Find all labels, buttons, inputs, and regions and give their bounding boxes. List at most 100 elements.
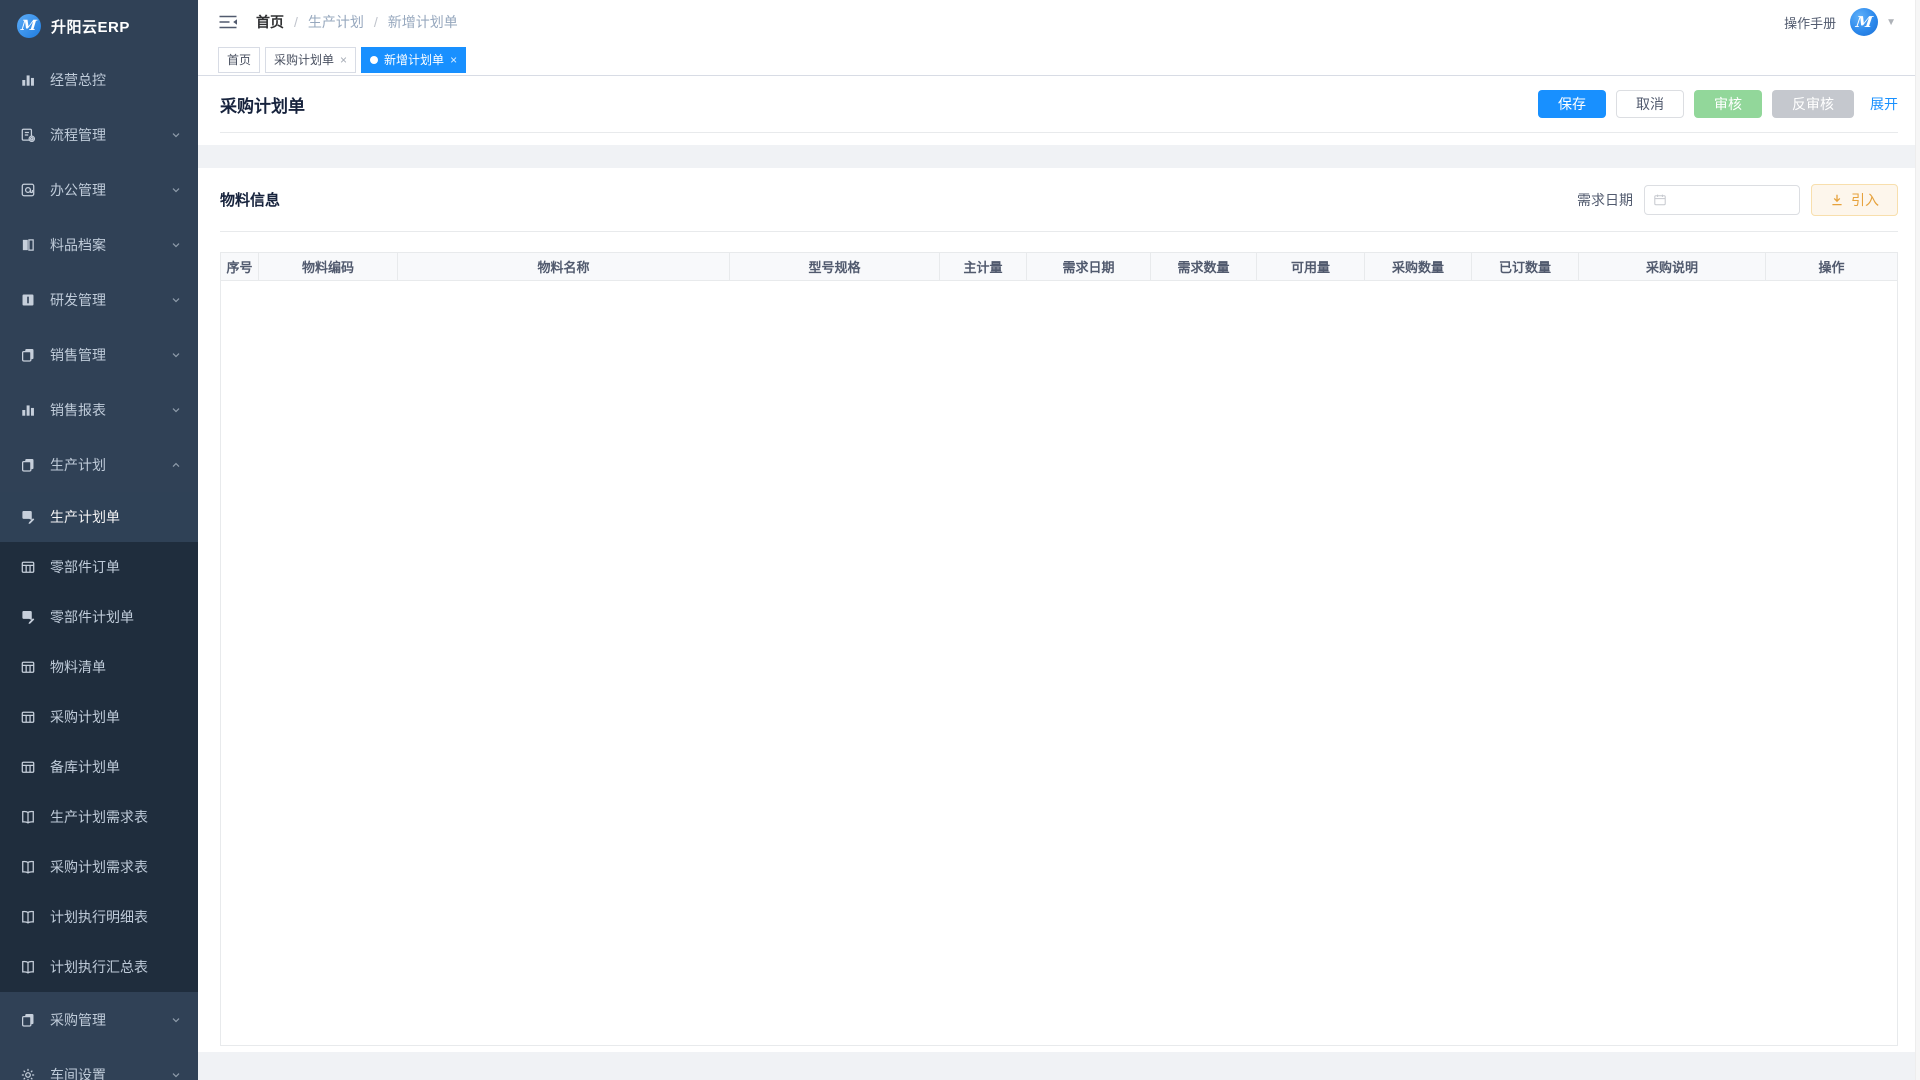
- sidebar-item[interactable]: 车间设置: [0, 1047, 198, 1080]
- sidebar-item[interactable]: 经营总控: [0, 52, 198, 107]
- copy-icon: [20, 1012, 36, 1028]
- scrollbar-track[interactable]: [1915, 0, 1920, 1080]
- caret-down-icon[interactable]: ▼: [1886, 17, 1896, 28]
- page-header: 采购计划单 保存取消审核反审核 展开: [198, 76, 1920, 145]
- chevron-down-icon: [170, 1014, 182, 1026]
- material-table: 序号物料编码物料名称型号规格主计量需求日期需求数量可用量采购数量已订数量采购说明…: [220, 252, 1898, 1046]
- reverse-audit-button[interactable]: 反审核: [1772, 90, 1854, 118]
- page-title: 采购计划单: [220, 92, 305, 117]
- tab-label: 首页: [227, 51, 251, 68]
- copy-icon: [20, 347, 36, 363]
- audit-button[interactable]: 审核: [1694, 90, 1762, 118]
- sidebar-item-label: 零部件订单: [50, 557, 182, 577]
- gear-icon: [20, 1067, 36, 1080]
- flow-icon: [20, 127, 36, 143]
- sidebar-item[interactable]: 销售报表: [0, 382, 198, 437]
- sidebar-item[interactable]: 计划执行明细表: [0, 892, 198, 942]
- book-icon: [20, 809, 36, 825]
- chevron-down-icon: [170, 349, 182, 361]
- doc-edit-icon: [20, 609, 36, 625]
- column-header: 采购数量: [1365, 253, 1472, 280]
- sidebar-item[interactable]: 物料清单: [0, 642, 198, 692]
- close-icon[interactable]: ×: [450, 54, 457, 66]
- grid-icon: [20, 709, 36, 725]
- section-gap: [198, 145, 1920, 168]
- sidebar-item[interactable]: 销售管理: [0, 327, 198, 382]
- sidebar-item-label: 流程管理: [50, 125, 170, 145]
- research-icon: [20, 292, 36, 308]
- chevron-down-icon: [170, 1069, 182, 1080]
- header-buttons: 保存取消审核反审核: [1538, 90, 1854, 118]
- manual-link[interactable]: 操作手册: [1784, 13, 1836, 32]
- sidebar-collapse-icon[interactable]: [218, 14, 238, 30]
- table-body-empty: [220, 281, 1898, 1046]
- section-header-row: 物料信息 需求日期: [220, 168, 1898, 232]
- sidebar-item-label: 零部件计划单: [50, 607, 182, 627]
- sidebar-item-label: 研发管理: [50, 290, 170, 310]
- sidebar-item-label: 物料清单: [50, 657, 182, 677]
- chevron-down-icon: [170, 239, 182, 251]
- column-header: 可用量: [1257, 253, 1365, 280]
- sidebar-item-label: 采购计划单: [50, 707, 182, 727]
- section-controls: 需求日期 引入: [1577, 184, 1898, 216]
- sidebar-item[interactable]: 计划执行汇总表: [0, 942, 198, 992]
- download-icon: [1830, 193, 1844, 207]
- column-header: 需求日期: [1027, 253, 1151, 280]
- sidebar-item[interactable]: 流程管理: [0, 107, 198, 162]
- avatar[interactable]: M: [1850, 8, 1878, 36]
- sidebar-item[interactable]: 采购计划单: [0, 692, 198, 742]
- close-icon[interactable]: ×: [340, 54, 347, 66]
- doc-edit-icon: [20, 509, 36, 525]
- chevron-down-icon: [170, 129, 182, 141]
- sidebar-item-label: 经营总控: [50, 70, 182, 90]
- sidebar-item[interactable]: 采购管理: [0, 992, 198, 1047]
- sidebar-item[interactable]: 生产计划需求表: [0, 792, 198, 842]
- sidebar-item-label: 生产计划单: [50, 507, 182, 527]
- calendar-icon: [1653, 193, 1667, 207]
- column-header: 物料名称: [398, 253, 730, 280]
- app-logo: M 升阳云ERP: [0, 0, 198, 52]
- sidebar-item-label: 车间设置: [50, 1065, 170, 1080]
- column-header: 物料编码: [259, 253, 398, 280]
- sidebar: M 升阳云ERP 经营总控流程管理办公管理料品档案研发管理销售管理销售报表生产计…: [0, 0, 198, 1080]
- date-label: 需求日期: [1577, 190, 1633, 210]
- column-header: 已订数量: [1472, 253, 1579, 280]
- tab-item[interactable]: 新增计划单×: [361, 47, 466, 73]
- sidebar-item[interactable]: 料品档案: [0, 217, 198, 272]
- column-header: 操作: [1766, 253, 1897, 280]
- tabs-bar: 首页采购计划单×新增计划单×: [198, 44, 1920, 76]
- sidebar-item-label: 销售管理: [50, 345, 170, 365]
- column-header: 序号: [221, 253, 259, 280]
- sidebar-item[interactable]: 生产计划单: [0, 492, 198, 542]
- logo-icon: M: [17, 14, 41, 38]
- sidebar-item[interactable]: 备库计划单: [0, 742, 198, 792]
- sidebar-item[interactable]: 采购计划需求表: [0, 842, 198, 892]
- tab-item[interactable]: 采购计划单×: [265, 47, 356, 73]
- sidebar-item[interactable]: 办公管理: [0, 162, 198, 217]
- date-input[interactable]: [1644, 185, 1800, 215]
- import-button[interactable]: 引入: [1811, 184, 1898, 216]
- breadcrumb-item: 新增计划单: [388, 12, 458, 32]
- sidebar-item[interactable]: 零部件订单: [0, 542, 198, 592]
- sidebar-item[interactable]: 研发管理: [0, 272, 198, 327]
- chart-icon: [20, 402, 36, 418]
- sidebar-item[interactable]: 零部件计划单: [0, 592, 198, 642]
- book-icon: [20, 909, 36, 925]
- expand-link[interactable]: 展开: [1870, 94, 1898, 114]
- sidebar-menu: 经营总控流程管理办公管理料品档案研发管理销售管理销售报表生产计划生产计划单零部件…: [0, 52, 198, 1080]
- breadcrumb-item[interactable]: 首页: [256, 12, 284, 32]
- section-title: 物料信息: [220, 189, 280, 210]
- sidebar-item-label: 计划执行汇总表: [50, 957, 182, 977]
- save-button[interactable]: 保存: [1538, 90, 1606, 118]
- material-info-card: 物料信息 需求日期: [198, 168, 1920, 1052]
- breadcrumb-item[interactable]: 生产计划: [308, 12, 364, 32]
- chevron-up-icon: [170, 459, 182, 471]
- sidebar-item[interactable]: 生产计划: [0, 437, 198, 492]
- sidebar-item-label: 采购计划需求表: [50, 857, 182, 877]
- chart-icon: [20, 72, 36, 88]
- tab-item[interactable]: 首页: [218, 47, 260, 73]
- sidebar-item-label: 办公管理: [50, 180, 170, 200]
- logo-letter: M: [21, 19, 38, 33]
- cancel-button[interactable]: 取消: [1616, 90, 1684, 118]
- active-tab-dot-icon: [370, 56, 378, 64]
